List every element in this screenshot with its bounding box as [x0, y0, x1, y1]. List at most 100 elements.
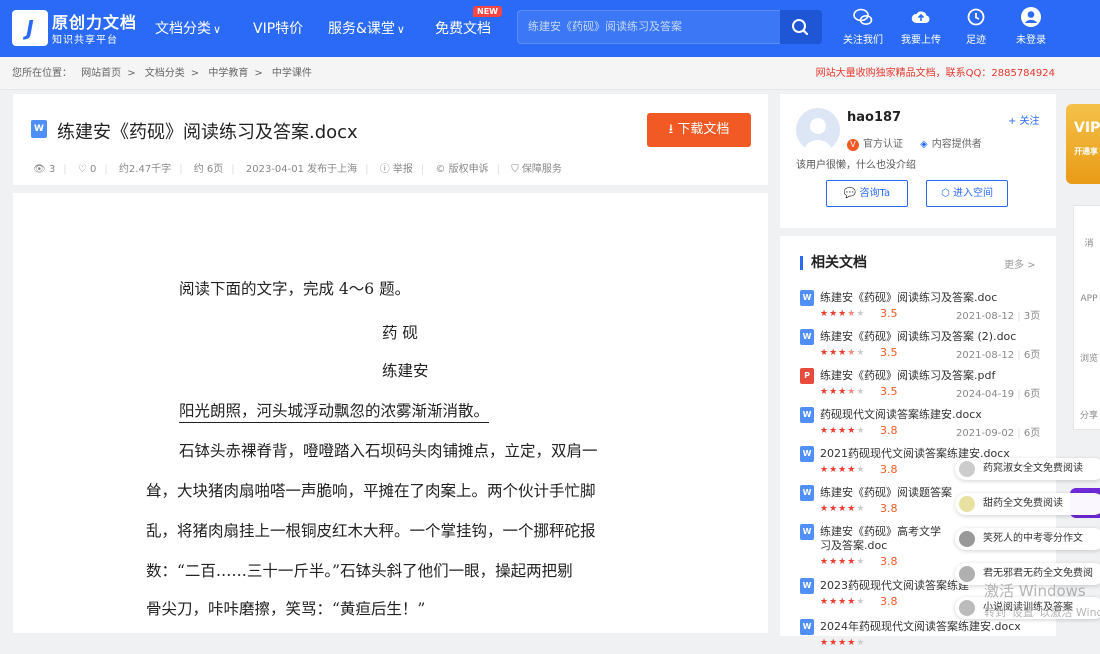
star-icon: ★ [820, 597, 830, 607]
doc-paragraph-1: 阳光朗照，河头城浮动飘忽的浓雾渐渐消散。 [179, 399, 490, 423]
enter-space-button[interactable]: ⬡ 进入空间 [926, 180, 1008, 207]
sidebar-message[interactable]: 消 [1074, 236, 1100, 249]
like-icon[interactable]: ♡ [78, 164, 87, 175]
tool-follow-us[interactable]: 关注我们 [836, 6, 890, 46]
related-doc-title[interactable]: 药砚现代文阅读答案练建安.docx [820, 406, 1050, 422]
star-icon: ★ [856, 597, 866, 607]
nav-service-course[interactable]: 服务&课堂 ∨ [328, 18, 405, 38]
star-icon: ★ [838, 387, 848, 397]
suggestion-item[interactable]: 笑死人的中考零分作文 [955, 528, 1100, 550]
star-icon: ★ [820, 638, 830, 648]
sidebar-browse[interactable]: 浏览 [1074, 351, 1100, 364]
star-icon: ★ [847, 465, 857, 475]
rating-stars: ★★★★★ [820, 504, 865, 514]
publish-info: 2023-04-01 发布于上海 [245, 164, 358, 175]
separator: | [1014, 389, 1024, 400]
related-more-link[interactable]: 更多 > [1004, 256, 1036, 271]
tool-history[interactable]: 足迹 [949, 6, 1003, 46]
purchase-notice[interactable]: 网站大量收购独家精品文档，联系QQ：2885784924 [816, 57, 1055, 90]
thumb-icon [959, 496, 975, 512]
related-doc-title[interactable]: 2024年药砚现代文阅读答案练建安.docx [820, 618, 1050, 634]
search-icon [792, 19, 809, 36]
rating-stars: ★★★★★ [820, 638, 865, 648]
star-icon: ★ [847, 426, 857, 436]
word-count: 约2.47千字 [118, 164, 172, 175]
search-input[interactable]: 练建安《药砚》阅读练习及答案 [517, 10, 780, 44]
author-name[interactable]: hao187 [847, 110, 901, 125]
new-badge: NEW [473, 6, 502, 17]
tool-upload[interactable]: 我要上传 [894, 6, 948, 46]
likes-count: 0 [89, 164, 97, 175]
search-button[interactable] [780, 10, 822, 44]
breadcrumb-home[interactable]: 网站首页 [81, 68, 121, 79]
related-doc-title[interactable]: 练建安《药砚》阅读练习及答案.doc [820, 289, 1050, 305]
star-icon: ★ [856, 465, 866, 475]
suggestion-item[interactable]: 甜药全文免费阅读 [955, 493, 1100, 515]
report-icon: ⓘ [379, 164, 390, 175]
rating-score: 3.5 [880, 346, 898, 359]
suggestion-item[interactable]: 药窕淑女全文免费阅读 [955, 458, 1100, 480]
report-link[interactable]: 举报 [393, 164, 413, 175]
star-icon: ★ [838, 504, 848, 514]
word-file-icon: W [800, 619, 814, 635]
history-icon [967, 8, 985, 26]
vip-promo-tab[interactable]: VIP 开通享 [1066, 104, 1100, 184]
star-icon: ★ [829, 638, 839, 648]
nav-free-docs[interactable]: 免费文档 [435, 18, 491, 38]
avatar[interactable] [796, 108, 840, 152]
page-count: 3页 [1023, 311, 1041, 322]
breadcrumb-middle-school[interactable]: 中学教育 [208, 68, 248, 79]
nav-vip-sale[interactable]: VIP特价 [253, 18, 303, 38]
tool-login[interactable]: 未登录 [1004, 6, 1058, 46]
date-text: 2021-08-12 [956, 350, 1015, 361]
doc-title: 练建安《药砚》阅读练习及答案.docx [57, 122, 358, 143]
chevron-down-icon: ∨ [213, 23, 222, 36]
consult-button[interactable]: 💬 咨询Ta [826, 180, 908, 207]
breadcrumb-doc-category[interactable]: 文档分类 [145, 68, 185, 79]
chevron-down-icon: ∨ [396, 23, 405, 36]
rating-score: 3.8 [880, 595, 898, 608]
breadcrumb-separator: > [190, 68, 200, 79]
thumb-icon [959, 566, 975, 582]
follow-button[interactable]: + 关注 [1008, 112, 1040, 127]
related-doc-item[interactable]: W 2024年药砚现代文阅读答案练建安.docx ★★★★★ [800, 616, 1050, 654]
star-icon: ★ [856, 504, 866, 514]
related-doc-item[interactable]: W 练建安《药砚》阅读练习及答案 (2).doc ★★★★★ 3.5 2021-08-1… [800, 326, 1050, 364]
star-icon: ★ [847, 309, 857, 319]
copyright-link[interactable]: 版权申诉 [449, 164, 489, 175]
breadcrumb-courseware[interactable]: 中学课件 [272, 68, 312, 79]
download-button[interactable]: ⭳ 下载文档 [647, 113, 751, 147]
related-doc-item[interactable]: W 练建安《药砚》阅读练习及答案.doc ★★★★★ 3.5 2021-08-12 | … [800, 287, 1050, 325]
verified-icon: V [847, 139, 859, 151]
sidebar-share[interactable]: 分享 [1074, 408, 1100, 421]
related-doc-item[interactable]: P 练建安《药砚》阅读练习及答案.pdf ★★★★★ 3.5 2024-04-19 | … [800, 365, 1050, 403]
rating-stars: ★★★★★ [820, 557, 865, 567]
star-icon: ★ [838, 557, 848, 567]
star-icon: ★ [856, 387, 866, 397]
thumb-icon [959, 531, 975, 547]
top-nav-bar: J 原创力文档 知识共享平台 文档分类 ∨ VIP特价 服务&课堂 ∨ 免费文档 N… [0, 0, 1100, 57]
nav-doc-category[interactable]: 文档分类 ∨ [155, 18, 221, 38]
views-icon: 👁 [33, 164, 46, 175]
sidebar-app[interactable]: APP [1074, 294, 1100, 304]
word-file-icon: W [800, 290, 814, 306]
doc-preview-page: 阅读下面的文字，完成 4～6 题。 药 砚 练建安 阳光朗照，河头城浮动飘忽的浓… [13, 193, 768, 633]
related-doc-item[interactable]: W 药砚现代文阅读答案练建安.docx ★★★★★ 3.8 2021-09-02 | 6… [800, 404, 1050, 442]
site-logo[interactable]: J [12, 10, 48, 46]
author-bio: 该用户很懒，什么也没介绍 [796, 160, 916, 171]
logo-title[interactable]: 原创力文档 [52, 9, 137, 33]
guarantee-link[interactable]: 保障服务 [522, 164, 562, 175]
star-icon: ★ [856, 557, 866, 567]
related-doc-date: 2021-09-02 | 6页 [956, 424, 1040, 439]
related-doc-title[interactable]: 练建安《药砚》阅读练习及答案 (2).doc [820, 328, 1050, 344]
official-cert-badge: V 官方认证 [847, 135, 903, 151]
user-icon [1021, 7, 1041, 27]
word-file-icon: W [800, 446, 814, 462]
date-text: 2024-04-19 [956, 389, 1015, 400]
separator: | [1014, 311, 1024, 322]
rating-stars: ★★★★★ [820, 387, 865, 397]
star-icon: ★ [829, 504, 839, 514]
related-doc-title[interactable]: 练建安《药砚》阅读练习及答案.pdf [820, 367, 1050, 383]
rating-score: 3.5 [880, 385, 898, 398]
rating-stars: ★★★★★ [820, 348, 865, 358]
